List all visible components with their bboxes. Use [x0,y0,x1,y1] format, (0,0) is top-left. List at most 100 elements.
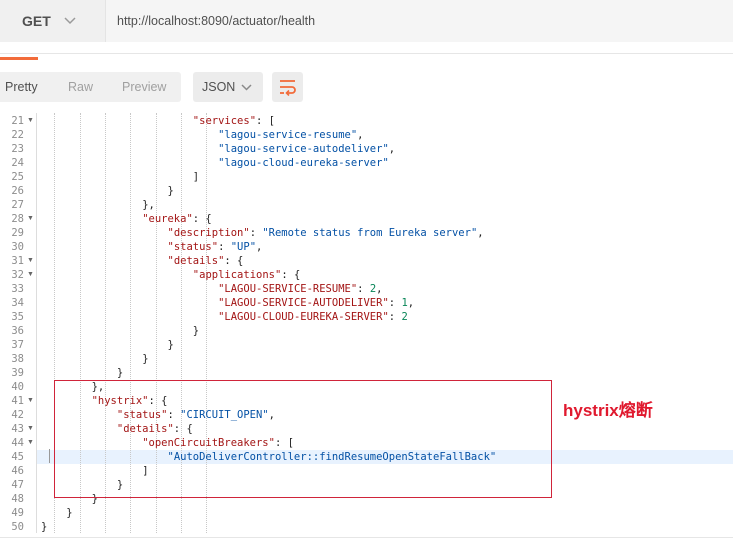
code-line: } [66,506,72,520]
code-line: "description": "Remote status from Eurek… [168,226,484,240]
line-number: 41 [11,395,24,407]
line-number: 25 [11,171,24,183]
code-line: "LAGOU-SERVICE-AUTODELIVER": 1, [218,296,414,310]
code-line: "status": "UP", [168,240,263,254]
line-number: 49 [11,507,24,519]
json-key: "services" [192,115,257,127]
url-text: http://localhost:8090/actuator/health [117,14,316,28]
json-key: "applications" [192,269,282,281]
json-key: "status" [167,241,219,253]
code-line: "eureka": { [142,212,212,226]
json-punctuation: : { [224,255,244,267]
line-number: 28 [11,213,24,225]
format-select[interactable]: JSON [193,72,263,102]
json-key: "details" [167,255,225,267]
code-line: "services": [ [193,114,275,128]
line-number: 46 [11,465,24,477]
json-punctuation: , [376,283,383,295]
json-punctuation: : [388,297,402,309]
line-number: 33 [11,283,24,295]
code-line: "lagou-service-autodeliver", [218,142,395,156]
json-punctuation: } [167,185,174,197]
divider [0,537,733,538]
url-input[interactable]: http://localhost:8090/actuator/health [106,0,733,42]
json-punctuation: } [41,521,48,533]
json-punctuation: , [256,241,263,253]
json-string: "lagou-service-resume" [218,129,358,141]
code-line: "lagou-cloud-eureka-server" [218,156,389,170]
line-number: 48 [11,493,24,505]
json-punctuation: : [388,311,402,323]
fold-toggle-icon[interactable]: ▼ [27,394,34,408]
code-line: "LAGOU-SERVICE-RESUME": 2, [218,282,382,296]
line-number: 31 [11,255,24,267]
fold-toggle-icon[interactable]: ▼ [27,422,34,436]
json-punctuation: : { [192,213,212,225]
json-key: "LAGOU-CLOUD-EUREKA-SERVER" [218,311,389,323]
tab-preview[interactable]: Preview [122,80,166,94]
fold-toggle-icon[interactable]: ▼ [27,114,34,128]
line-number: 38 [11,353,24,365]
view-mode-group: Pretty Raw Preview [0,72,181,102]
line-number: 22 [11,129,24,141]
chevron-down-icon [64,17,76,25]
code-line: "applications": { [193,268,300,282]
line-number: 47 [11,479,24,491]
code-line: "LAGOU-CLOUD-EUREKA-SERVER": 2 [218,310,408,324]
fold-toggle-icon[interactable]: ▼ [27,212,34,226]
code-line: "details": { [168,254,244,268]
line-number: 39 [11,367,24,379]
json-punctuation: } [192,325,200,337]
json-punctuation: ] [192,171,200,183]
text-cursor [49,449,50,463]
code-line: } [41,520,47,534]
json-number: 2 [401,311,408,323]
fold-toggle-icon[interactable]: ▼ [27,254,34,268]
method-select[interactable]: GET [0,0,106,42]
wrap-lines-icon [280,80,296,96]
code-line: } [193,324,199,338]
json-string: "Remote status from Eureka server" [262,227,478,239]
line-number: 44 [11,437,24,449]
line-number: 35 [11,311,24,323]
json-punctuation: } [116,367,124,379]
line-number: 27 [11,199,24,211]
line-number: 43 [11,423,24,435]
tab-raw[interactable]: Raw [68,80,93,94]
fold-toggle-icon[interactable]: ▼ [27,436,34,450]
json-punctuation: : [218,241,231,253]
line-number-gutter: 21 ▼ 22 23 24 25 26 27 28 ▼ 29 30 31 ▼ 32 ▼ 33 34 35 36 37 38… [0,113,37,533]
line-number: 42 [11,409,24,421]
code-line: } [168,184,174,198]
json-key: "description" [167,227,250,239]
json-punctuation: } [142,353,149,365]
line-number: 24 [11,157,24,169]
line-number: 29 [11,227,24,239]
json-punctuation: } [66,507,73,519]
chevron-down-icon [241,84,252,91]
line-number: 37 [11,339,24,351]
json-punctuation: , [407,297,415,309]
json-punctuation: , [388,143,396,155]
json-punctuation: : { [281,269,301,281]
line-number: 45 [11,451,24,463]
line-number: 21 [11,115,24,127]
code-line: } [168,338,174,352]
line-number: 23 [11,143,24,155]
code-line: } [117,366,123,380]
json-punctuation: , [477,227,484,239]
code-line: } [142,352,148,366]
line-number: 36 [11,325,24,337]
fold-toggle-icon[interactable]: ▼ [27,268,34,282]
json-key: "LAGOU-SERVICE-AUTODELIVER" [218,297,389,309]
format-label: JSON [202,80,236,94]
json-punctuation: : [357,283,370,295]
json-key: "eureka" [142,213,193,225]
wrap-lines-button[interactable] [272,72,303,102]
divider [0,53,733,54]
line-number: 26 [11,185,24,197]
annotation-highlight-box [54,380,552,498]
line-number: 30 [11,241,24,253]
tab-pretty[interactable]: Pretty [5,80,38,94]
json-punctuation: }, [142,199,155,211]
